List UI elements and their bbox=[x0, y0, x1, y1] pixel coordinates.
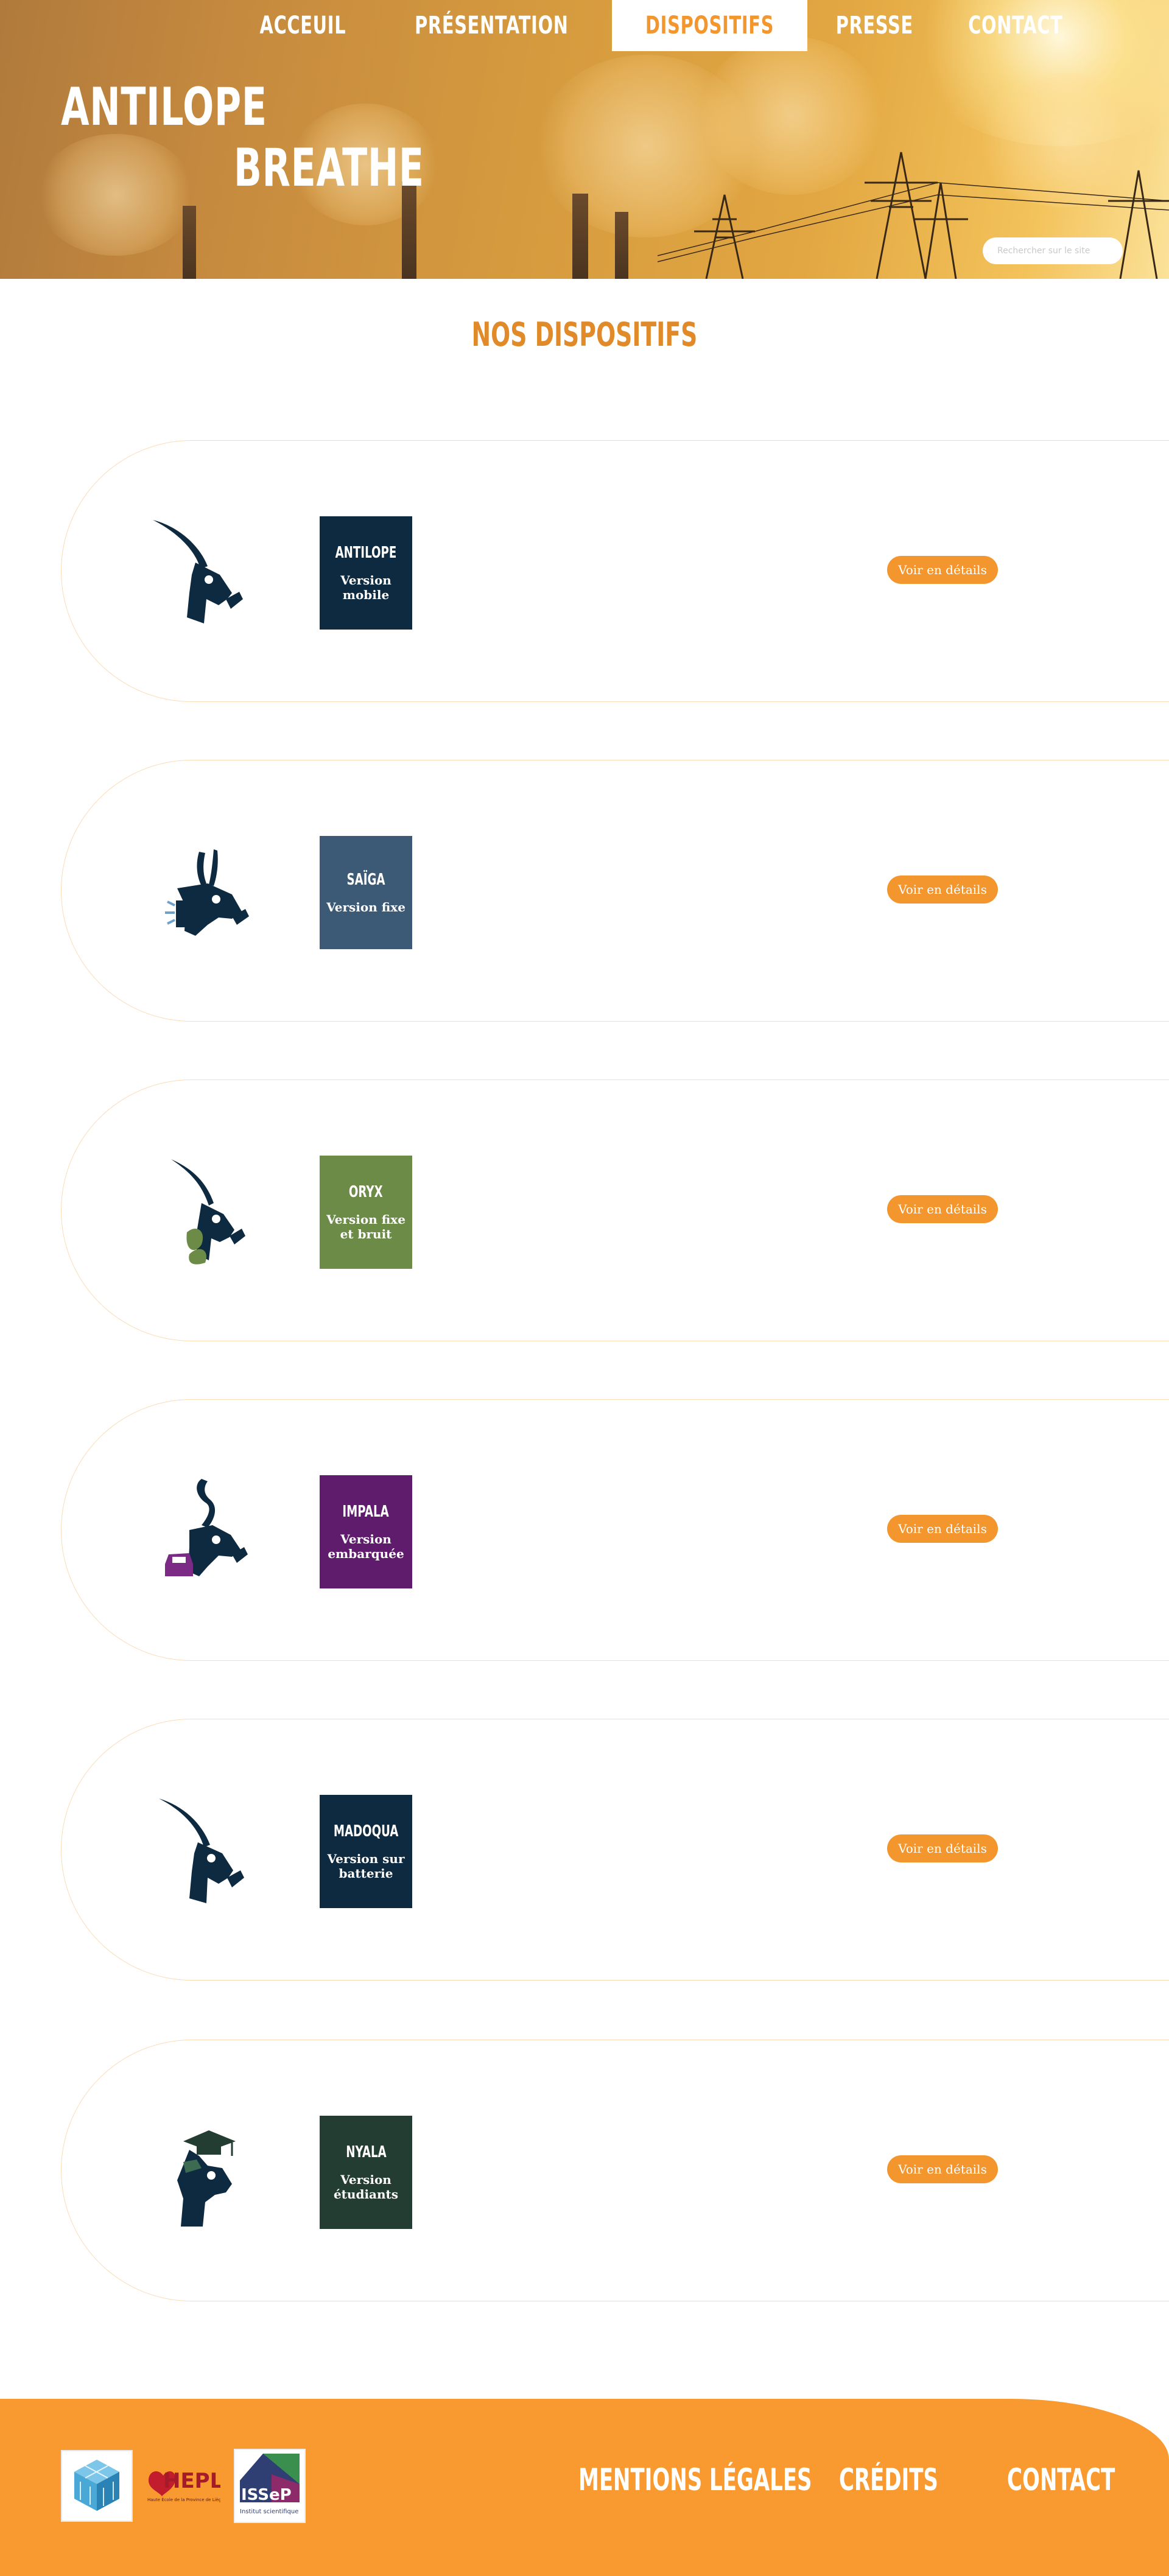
device-name: IMPALA bbox=[342, 1503, 390, 1521]
device-card-oryx: ORYX Version fixe et bruit Voir en détai… bbox=[61, 1079, 1169, 1341]
device-name: SAÏGA bbox=[346, 871, 385, 889]
brand-line-2[interactable]: BREATHE bbox=[234, 138, 506, 198]
device-tile: SAÏGA Version fixe bbox=[320, 836, 412, 949]
device-card-saiga: SAÏGA Version fixe Voir en détails bbox=[61, 760, 1169, 1022]
details-button[interactable]: Voir en détails bbox=[887, 876, 998, 904]
device-tile: ORYX Version fixe et bruit bbox=[320, 1156, 412, 1269]
device-subtitle: Version sur batterie bbox=[327, 1851, 405, 1881]
hepl-wordmark: HEPL bbox=[163, 2469, 220, 2493]
device-name: ORYX bbox=[349, 1183, 383, 1201]
device-name: MADOQUA bbox=[333, 1822, 399, 1841]
details-button[interactable]: Voir en détails bbox=[887, 2155, 998, 2183]
issep-logo[interactable]: ISSeP Institut scientifique bbox=[234, 2449, 306, 2523]
device-subtitle: Version étudiants bbox=[333, 2172, 399, 2202]
device-card-nyala: NYALA Version étudiants Voir en détails bbox=[61, 2040, 1169, 2301]
device-tile: NYALA Version étudiants bbox=[320, 2116, 412, 2229]
nav-item-contact[interactable]: CONTACT bbox=[941, 0, 1090, 51]
device-subtitle: Version mobile bbox=[340, 573, 391, 602]
device-tile: IMPALA Version embarquée bbox=[320, 1475, 412, 1588]
nav-item-dispositifs[interactable]: DISPOSITIFS bbox=[611, 0, 807, 51]
cube-logo[interactable] bbox=[61, 2450, 133, 2522]
nav-item-presentation[interactable]: PRÉSENTATION bbox=[376, 0, 607, 51]
oryx-leaf-icon bbox=[171, 1159, 245, 1265]
device-tile: MADOQUA Version sur batterie bbox=[320, 1795, 412, 1908]
hepl-caption: Haute École de la Province de Liège bbox=[147, 2497, 220, 2502]
details-button[interactable]: Voir en détails bbox=[887, 556, 998, 584]
details-button[interactable]: Voir en détails bbox=[887, 1195, 998, 1223]
impala-car-icon bbox=[165, 1479, 248, 1576]
issep-caption: Institut scientifique bbox=[240, 2508, 298, 2515]
device-subtitle: Version fixe bbox=[326, 900, 405, 914]
device-card-antilope: ANTILOPE Version mobile Voir en détails bbox=[61, 440, 1169, 702]
device-card-impala: IMPALA Version embarquée Voir en détails bbox=[61, 1399, 1169, 1661]
antelope-mask-icon bbox=[153, 520, 243, 623]
page-title: NOS DISPOSITIFS bbox=[471, 315, 698, 354]
issep-logo-icon: ISSeP Institut scientifique bbox=[240, 2454, 300, 2515]
hero-banner: ACCEUIL PRÉSENTATION DISPOSITIFS PRESSE … bbox=[0, 0, 1169, 279]
nyala-graduate-icon bbox=[177, 2130, 236, 2227]
main-nav: ACCEUIL PRÉSENTATION DISPOSITIFS PRESSE … bbox=[234, 0, 1090, 51]
footer-link-credits[interactable]: CRÉDITS bbox=[839, 2462, 985, 2497]
device-tile: ANTILOPE Version mobile bbox=[320, 516, 412, 630]
device-name: ANTILOPE bbox=[335, 544, 397, 562]
issep-wordmark: ISSeP bbox=[241, 2486, 292, 2504]
details-button[interactable]: Voir en détails bbox=[887, 1834, 998, 1862]
madoqua-mask-icon bbox=[159, 1799, 244, 1903]
hepl-logo[interactable]: HEPL Haute École de la Province de Liège bbox=[145, 2462, 224, 2506]
search-input[interactable] bbox=[983, 237, 1123, 264]
brand-line-1[interactable]: ANTILOPE bbox=[61, 77, 356, 138]
nav-item-acceuil[interactable]: ACCEUIL bbox=[234, 0, 371, 51]
saiga-mask-sensor-icon bbox=[165, 849, 249, 936]
footer-link-contact[interactable]: CONTACT bbox=[1007, 2462, 1166, 2497]
device-name: NYALA bbox=[345, 2143, 387, 2161]
device-card-madoqua: MADOQUA Version sur batterie Voir en dét… bbox=[61, 1719, 1169, 1981]
details-button[interactable]: Voir en détails bbox=[887, 1515, 998, 1543]
device-subtitle: Version fixe et bruit bbox=[326, 1212, 405, 1241]
device-subtitle: Version embarquée bbox=[328, 1532, 404, 1561]
site-footer: HEPL Haute École de la Province de Liège… bbox=[0, 2399, 1169, 2576]
cube-logo-icon bbox=[74, 2460, 119, 2511]
hepl-logo-icon: HEPL Haute École de la Province de Liège bbox=[147, 2469, 224, 2502]
nav-item-presse[interactable]: PRESSE bbox=[812, 0, 937, 51]
